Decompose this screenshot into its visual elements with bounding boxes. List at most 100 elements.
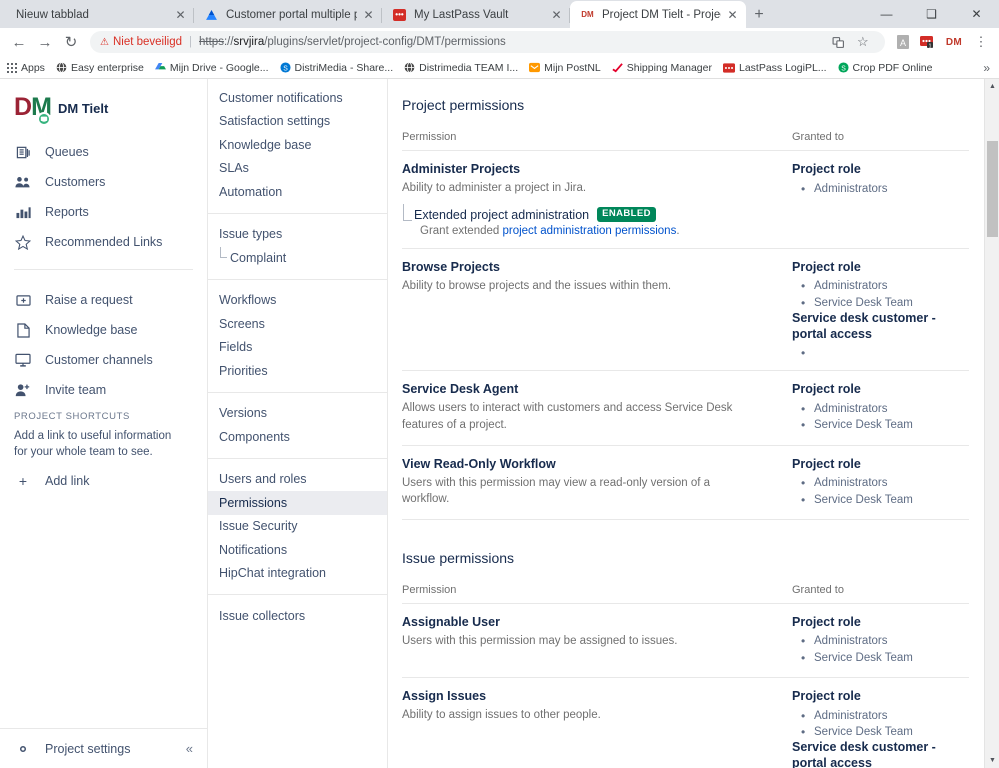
- sidebar-item-label: Queues: [45, 145, 89, 159]
- browser-tab-1[interactable]: Nieuw tabblad ✕: [6, 2, 194, 28]
- list-item: Service Desk Team: [801, 724, 969, 741]
- bookmark-apps[interactable]: Apps: [7, 62, 45, 74]
- bookmark-label: Crop PDF Online: [852, 61, 933, 74]
- sidebar-item-invite-team[interactable]: Invite team: [0, 375, 207, 405]
- add-link-button[interactable]: + Add link: [0, 468, 207, 494]
- bookmark-distrimedia-team[interactable]: Distrimedia TEAM I...: [404, 62, 518, 74]
- vertical-scrollbar[interactable]: ▲ ▼: [984, 79, 999, 768]
- bookmarks-overflow-icon[interactable]: »: [983, 61, 992, 75]
- globe-icon: [404, 62, 415, 73]
- sidebar-item-recommended-links[interactable]: Recommended Links: [0, 227, 207, 257]
- maximize-button[interactable]: ❑: [909, 0, 954, 28]
- bookmark-easy-enterprise[interactable]: Easy enterprise: [56, 62, 144, 74]
- address-bar[interactable]: ⚠ Niet beveiligd | https://srvjira/plugi…: [90, 31, 885, 53]
- settings-item-versions[interactable]: Versions: [208, 402, 387, 426]
- adobe-acrobat-extension-icon[interactable]: A: [891, 30, 915, 54]
- settings-item-label: Notifications: [219, 542, 288, 557]
- settings-item-hipchat-integration[interactable]: HipChat integration: [208, 562, 387, 586]
- scroll-down-arrow-icon[interactable]: ▼: [985, 753, 999, 768]
- bookmark-label: Mijn PostNL: [544, 61, 601, 74]
- browser-tab-2[interactable]: Customer portal multiple projec ✕: [194, 2, 382, 28]
- sidebar-divider-1: [14, 269, 193, 270]
- settings-item-issue-collectors[interactable]: Issue collectors: [208, 604, 387, 628]
- sharepoint-icon: S: [279, 62, 291, 73]
- settings-item-slas[interactable]: SLAs: [208, 157, 387, 181]
- permission-cell: View Read-Only Workflow Users with this …: [402, 445, 792, 520]
- sidebar-item-knowledge-base[interactable]: Knowledge base: [0, 315, 207, 345]
- sidebar-item-customers[interactable]: Customers: [0, 167, 207, 197]
- bookmark-label: DistriMedia - Share...: [294, 61, 394, 74]
- permission-cell: Assignable User Users with this permissi…: [402, 603, 792, 679]
- minimize-button[interactable]: —: [864, 0, 909, 28]
- bookmark-distrimedia-share[interactable]: S DistriMedia - Share...: [279, 61, 394, 74]
- settings-item-satisfaction-settings[interactable]: Satisfaction settings: [208, 110, 387, 134]
- settings-item-users-and-roles[interactable]: Users and roles: [208, 468, 387, 492]
- project-settings-footer[interactable]: Project settings «: [0, 728, 207, 768]
- scrollbar-thumb[interactable]: [987, 141, 998, 237]
- column-header-granted-to: Granted to: [792, 131, 969, 151]
- bookmark-label: Distrimedia TEAM I...: [419, 61, 519, 74]
- settings-item-issue-types[interactable]: Issue types: [208, 223, 387, 247]
- settings-item-notifications[interactable]: Notifications: [208, 538, 387, 562]
- settings-item-components[interactable]: Components: [208, 425, 387, 449]
- granted-group-title: Project role: [792, 456, 861, 471]
- forward-icon[interactable]: →: [32, 29, 58, 55]
- window-close-button[interactable]: ✕: [954, 0, 999, 28]
- sidebar-item-raise-a-request[interactable]: Raise a request: [0, 285, 207, 315]
- granted-group-title: Project role: [792, 382, 861, 397]
- scroll-up-arrow-icon[interactable]: ▲: [985, 79, 999, 94]
- collapse-sidebar-icon[interactable]: «: [186, 741, 193, 756]
- granted-group-title: Service desk customer - portal access: [792, 740, 936, 768]
- bookmark-mijn-postnl[interactable]: Mijn PostNL: [529, 62, 601, 74]
- bookmark-lastpass[interactable]: LastPass LogiPL...: [722, 61, 827, 74]
- add-user-icon: [14, 383, 32, 397]
- close-icon[interactable]: ✕: [549, 8, 564, 23]
- settings-item-permissions[interactable]: Permissions: [208, 491, 387, 515]
- settings-item-knowledge-base[interactable]: Knowledge base: [208, 133, 387, 157]
- settings-item-fields[interactable]: Fields: [208, 336, 387, 360]
- lastpass-extension-icon[interactable]: 1: [915, 30, 939, 54]
- settings-item-label: Priorities: [219, 363, 268, 378]
- settings-item-customer-notifications[interactable]: Customer notifications: [208, 86, 387, 110]
- sidebar-item-queues[interactable]: Queues: [0, 137, 207, 167]
- svg-text:S: S: [283, 65, 288, 72]
- bookmark-shipping-manager[interactable]: Shipping Manager: [612, 62, 712, 74]
- reload-icon[interactable]: ↻: [58, 29, 84, 55]
- browser-tab-3[interactable]: ••• My LastPass Vault ✕: [382, 2, 570, 28]
- translate-icon[interactable]: [827, 30, 851, 54]
- bookmark-mijn-drive[interactable]: Mijn Drive - Google...: [154, 62, 269, 74]
- bookmark-star-icon[interactable]: ☆: [851, 30, 875, 54]
- project-administration-permissions-link[interactable]: project administration permissions: [502, 225, 676, 237]
- close-icon[interactable]: ✕: [361, 8, 376, 23]
- close-icon[interactable]: ✕: [725, 7, 740, 22]
- settings-item-workflows[interactable]: Workflows: [208, 289, 387, 313]
- settings-item-screens[interactable]: Screens: [208, 312, 387, 336]
- sidebar-item-customer-channels[interactable]: Customer channels: [0, 345, 207, 375]
- service-desk-badge-icon: [37, 112, 51, 126]
- bookmark-label: LastPass LogiPL...: [738, 61, 827, 74]
- granted-group-title: Project role: [792, 614, 861, 629]
- settings-divider-2: [208, 278, 387, 280]
- list-item: Service Desk Team: [801, 417, 969, 434]
- settings-item-issue-security[interactable]: Issue Security: [208, 515, 387, 539]
- settings-item-priorities[interactable]: Priorities: [208, 359, 387, 383]
- sidebar-item-label: Recommended Links: [45, 235, 163, 249]
- sidebar-item-reports[interactable]: Reports: [0, 197, 207, 227]
- bookmark-crop-pdf[interactable]: S Crop PDF Online: [838, 62, 933, 74]
- permission-description: Ability to assign issues to other people…: [402, 709, 601, 722]
- profile-avatar[interactable]: DM: [939, 37, 969, 48]
- browser-tab-4-active[interactable]: DM Project DM Tielt - Project Permis ✕: [570, 1, 746, 28]
- project-sidebar: DM DM Tielt Queues Customers Reports Rec…: [0, 79, 208, 768]
- settings-item-label: SLAs: [219, 161, 249, 176]
- settings-divider-4: [208, 457, 387, 459]
- project-header[interactable]: DM DM Tielt: [0, 79, 207, 133]
- close-icon[interactable]: ✕: [173, 8, 188, 23]
- settings-item-label: Satisfaction settings: [219, 114, 331, 129]
- settings-item-complaint[interactable]: Complaint: [208, 246, 387, 270]
- granted-to-cell: Project role Administrators Service Desk…: [792, 445, 969, 520]
- new-tab-button[interactable]: +: [746, 2, 772, 28]
- bookmark-label: Easy enterprise: [70, 61, 144, 74]
- browser-menu-icon[interactable]: ⋮: [969, 30, 993, 54]
- back-icon[interactable]: ←: [6, 29, 32, 55]
- settings-item-automation[interactable]: Automation: [208, 180, 387, 204]
